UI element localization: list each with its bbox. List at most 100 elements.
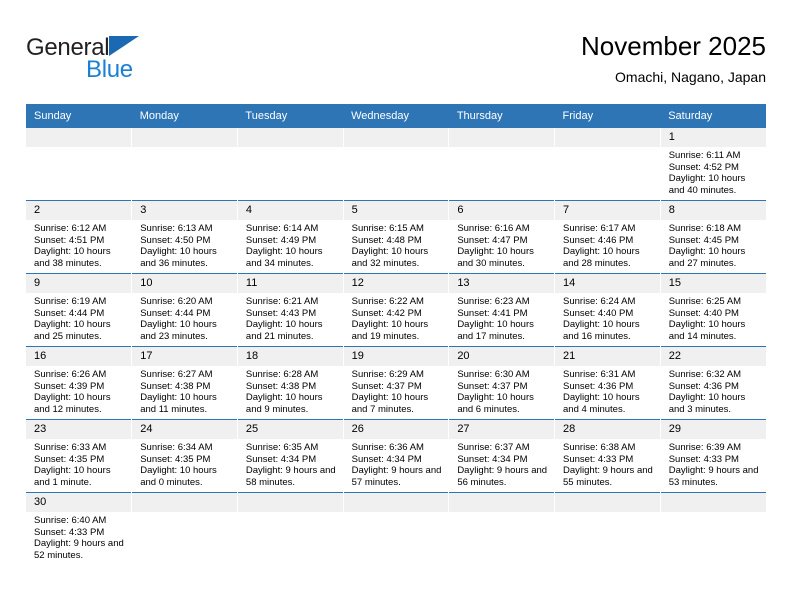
sunrise-text: Sunrise: 6:17 AM	[563, 223, 636, 234]
sunset-text: Sunset: 4:52 PM	[668, 161, 739, 173]
sunrise-text: Sunrise: 6:15 AM	[351, 223, 424, 234]
calendar-day-cell[interactable]: 19 Sunrise: 6:29 AM Sunset: 4:37 PM Dayligh…	[343, 346, 450, 420]
day-details: Sunrise: 6:16 AM Sunset: 4:47 PM Daylight:…	[449, 220, 553, 269]
day-details: Sunrise: 6:30 AM Sunset: 4:37 PM Daylight:…	[449, 366, 553, 415]
daylight-text: Daylight: 10 hours and 34 minutes.	[245, 246, 323, 269]
logo-text-blue: Blue	[86, 56, 133, 83]
day-number: 14	[555, 274, 660, 293]
sunset-text: Sunset: 4:36 PM	[668, 380, 739, 392]
sunrise-text: Sunrise: 6:21 AM	[245, 296, 319, 307]
calendar-day-cell[interactable]: 12 Sunrise: 6:22 AM Sunset: 4:42 PM Dayligh…	[343, 273, 450, 347]
sunrise-text: Sunrise: 6:36 AM	[351, 442, 424, 453]
calendar-day-cell[interactable]: 26 Sunrise: 6:36 AM Sunset: 4:34 PM Dayligh…	[343, 419, 450, 493]
page-subtitle: Omachi, Nagano, Japan	[615, 69, 766, 85]
day-details: Sunrise: 6:34 AM Sunset: 4:35 PM Daylight:…	[132, 439, 236, 488]
sunset-text: Sunset: 4:45 PM	[668, 234, 739, 246]
calendar-day-cell[interactable]: 4 Sunrise: 6:14 AM Sunset: 4:49 PM Daylight…	[237, 200, 344, 274]
calendar-day-cell[interactable]: 28 Sunrise: 6:38 AM Sunset: 4:33 PM Dayligh…	[554, 419, 661, 493]
calendar-day-cell[interactable]: 22 Sunrise: 6:32 AM Sunset: 4:36 PM Dayligh…	[660, 346, 766, 420]
sunrise-text: Sunrise: 6:34 AM	[140, 442, 213, 453]
day-details: Sunrise: 6:36 AM Sunset: 4:34 PM Daylight:…	[344, 439, 448, 488]
daylight-text: Daylight: 9 hours and 56 minutes.	[457, 465, 548, 488]
calendar-page: General Blue November 2025 Omachi, Nagan…	[0, 0, 792, 612]
sunrise-text: Sunrise: 6:35 AM	[245, 442, 319, 453]
calendar-day-cell[interactable]: 7 Sunrise: 6:17 AM Sunset: 4:46 PM Daylight…	[554, 200, 661, 274]
calendar-day-cell[interactable]: 20 Sunrise: 6:30 AM Sunset: 4:37 PM Dayligh…	[448, 346, 556, 420]
calendar-day-cell[interactable]: 9 Sunrise: 6:19 AM Sunset: 4:44 PM Daylight…	[26, 273, 133, 347]
daylight-text: Daylight: 9 hours and 58 minutes.	[245, 465, 336, 488]
day-number	[26, 128, 131, 147]
calendar-day-cell[interactable]: 14 Sunrise: 6:24 AM Sunset: 4:40 PM Dayligh…	[554, 273, 661, 347]
calendar-day-cell[interactable]: 27 Sunrise: 6:37 AM Sunset: 4:34 PM Dayligh…	[448, 419, 556, 493]
daylight-text: Daylight: 10 hours and 12 minutes.	[34, 392, 111, 415]
day-number: 27	[449, 420, 554, 439]
day-number: 6	[449, 201, 554, 220]
day-number	[132, 493, 237, 512]
day-number	[555, 128, 660, 147]
daylight-text: Daylight: 10 hours and 14 minutes.	[668, 319, 746, 342]
daylight-text: Daylight: 10 hours and 1 minute.	[34, 465, 111, 488]
calendar-day-cell[interactable]: 11 Sunrise: 6:21 AM Sunset: 4:43 PM Dayligh…	[237, 273, 344, 347]
day-details: Sunrise: 6:21 AM Sunset: 4:43 PM Daylight:…	[238, 293, 342, 342]
day-number: 8	[660, 201, 766, 220]
calendar-day-cell[interactable]: 18 Sunrise: 6:28 AM Sunset: 4:38 PM Dayligh…	[237, 346, 344, 420]
day-number: 5	[343, 201, 448, 220]
daylight-text: Daylight: 9 hours and 53 minutes.	[668, 465, 759, 488]
sunrise-text: Sunrise: 6:18 AM	[668, 223, 742, 234]
day-number	[555, 493, 660, 512]
general-blue-logo[interactable]: General Blue	[26, 34, 256, 94]
calendar-day-cell[interactable]: 1 Sunrise: 6:11 AM Sunset: 4:52 PM Daylight…	[660, 128, 766, 201]
day-details: Sunrise: 6:28 AM Sunset: 4:38 PM Daylight:…	[238, 366, 342, 415]
calendar-day-cell[interactable]: 30 Sunrise: 6:40 AM Sunset: 4:33 PM Dayligh…	[26, 492, 133, 565]
sunset-text: Sunset: 4:46 PM	[563, 234, 634, 246]
day-details: Sunrise: 6:37 AM Sunset: 4:34 PM Daylight:…	[449, 439, 553, 488]
calendar-cell-empty	[237, 492, 344, 565]
page-title: November 2025	[581, 31, 766, 61]
day-number: 28	[555, 420, 660, 439]
day-details: Sunrise: 6:35 AM Sunset: 4:34 PM Daylight:…	[238, 439, 342, 488]
sunrise-text: Sunrise: 6:37 AM	[457, 442, 530, 453]
sunset-text: Sunset: 4:34 PM	[245, 453, 317, 465]
daylight-text: Daylight: 10 hours and 17 minutes.	[457, 319, 534, 342]
sunset-text: Sunset: 4:38 PM	[245, 380, 317, 392]
calendar-day-cell[interactable]: 17 Sunrise: 6:27 AM Sunset: 4:38 PM Dayligh…	[131, 346, 238, 420]
calendar-day-cell[interactable]: 3 Sunrise: 6:13 AM Sunset: 4:50 PM Daylight…	[131, 200, 238, 274]
day-details: Sunrise: 6:18 AM Sunset: 4:45 PM Daylight:…	[661, 220, 766, 269]
day-number: 18	[237, 347, 343, 366]
calendar-day-cell[interactable]: 25 Sunrise: 6:35 AM Sunset: 4:34 PM Dayligh…	[237, 419, 344, 493]
calendar-day-cell[interactable]: 23 Sunrise: 6:33 AM Sunset: 4:35 PM Dayligh…	[26, 419, 133, 493]
calendar-day-cell[interactable]: 24 Sunrise: 6:34 AM Sunset: 4:35 PM Dayligh…	[131, 419, 238, 493]
day-number: 24	[132, 420, 237, 439]
calendar-day-cell[interactable]: 5 Sunrise: 6:15 AM Sunset: 4:48 PM Daylight…	[343, 200, 450, 274]
calendar-day-cell[interactable]: 13 Sunrise: 6:23 AM Sunset: 4:41 PM Dayligh…	[448, 273, 556, 347]
calendar-week-row: 1 Sunrise: 6:11 AM Sunset: 4:52 PM Daylight…	[26, 128, 766, 201]
sunset-text: Sunset: 4:50 PM	[140, 234, 211, 246]
day-number: 21	[555, 347, 660, 366]
calendar-day-cell[interactable]: 2 Sunrise: 6:12 AM Sunset: 4:51 PM Daylight…	[26, 200, 133, 274]
sunrise-text: Sunrise: 6:39 AM	[668, 442, 742, 453]
weekday-header-wednesday: Wednesday	[343, 104, 449, 128]
daylight-text: Daylight: 10 hours and 0 minutes.	[140, 465, 217, 488]
daylight-text: Daylight: 10 hours and 11 minutes.	[140, 392, 217, 415]
calendar-week-row: 23 Sunrise: 6:33 AM Sunset: 4:35 PM Dayligh…	[26, 419, 766, 493]
calendar-day-cell[interactable]: 15 Sunrise: 6:25 AM Sunset: 4:40 PM Dayligh…	[660, 273, 766, 347]
calendar-day-cell[interactable]: 16 Sunrise: 6:26 AM Sunset: 4:39 PM Dayligh…	[26, 346, 133, 420]
calendar-day-cell[interactable]: 10 Sunrise: 6:20 AM Sunset: 4:44 PM Dayligh…	[131, 273, 238, 347]
calendar-day-cell[interactable]: 21 Sunrise: 6:31 AM Sunset: 4:36 PM Dayligh…	[554, 346, 661, 420]
sunrise-text: Sunrise: 6:29 AM	[351, 369, 424, 380]
sunrise-text: Sunrise: 6:33 AM	[34, 442, 107, 453]
day-number: 10	[132, 274, 237, 293]
calendar-day-cell[interactable]: 6 Sunrise: 6:16 AM Sunset: 4:47 PM Daylight…	[448, 200, 556, 274]
daylight-text: Daylight: 10 hours and 21 minutes.	[245, 319, 323, 342]
sunset-text: Sunset: 4:40 PM	[563, 307, 634, 319]
sunrise-text: Sunrise: 6:26 AM	[34, 369, 107, 380]
sunset-text: Sunset: 4:36 PM	[563, 380, 634, 392]
day-number	[660, 493, 766, 512]
daylight-text: Daylight: 9 hours and 57 minutes.	[351, 465, 442, 488]
day-number: 29	[660, 420, 766, 439]
calendar-week-row: 16 Sunrise: 6:26 AM Sunset: 4:39 PM Dayligh…	[26, 346, 766, 420]
sunset-text: Sunset: 4:41 PM	[457, 307, 528, 319]
calendar-day-cell[interactable]: 29 Sunrise: 6:39 AM Sunset: 4:33 PM Dayligh…	[660, 419, 766, 493]
day-number	[449, 128, 554, 147]
calendar-day-cell[interactable]: 8 Sunrise: 6:18 AM Sunset: 4:45 PM Daylight…	[660, 200, 766, 274]
